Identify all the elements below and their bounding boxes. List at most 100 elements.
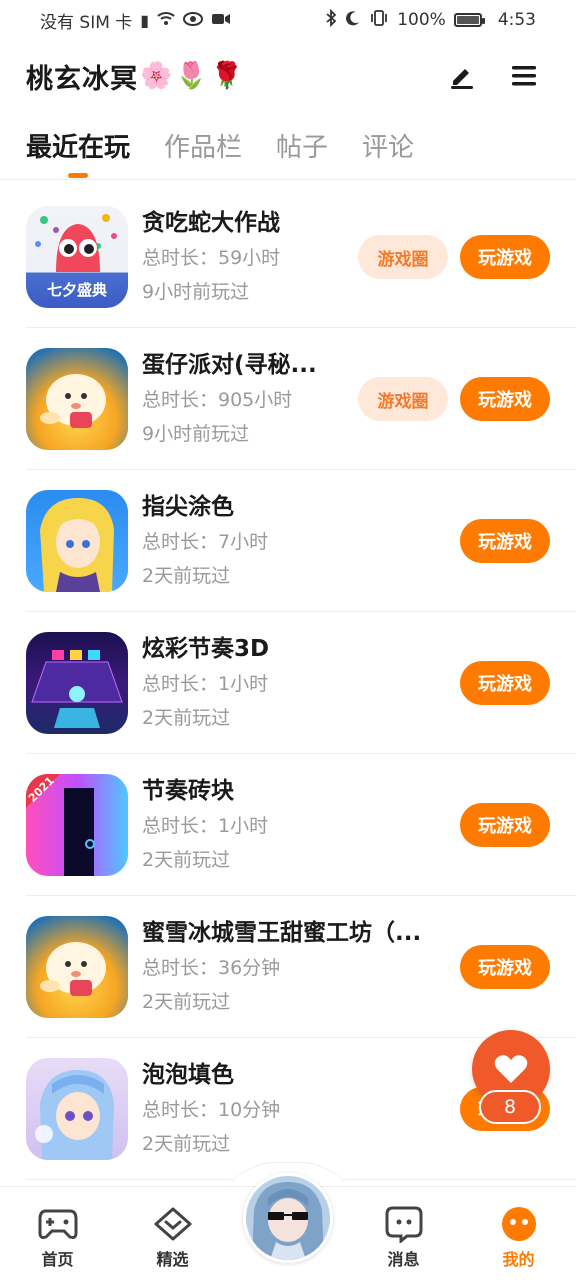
game-row[interactable]: 炫彩节奏3D 总时长：1小时 2天前玩过 玩游戏 (0, 612, 576, 754)
rhythm-tiles-icon (31, 650, 123, 728)
bluetooth-icon (325, 8, 337, 31)
alert-icon: ▮ (140, 10, 150, 30)
eye-icon (183, 11, 204, 30)
like-count-badge: 8 (479, 1090, 541, 1124)
vibrate-icon (369, 10, 389, 30)
game-row[interactable]: 蛋仔派对(寻秘... 总时长：905小时 9小时前玩过 游戏圈 玩游戏 (0, 328, 576, 470)
nav-label: 我的 (502, 1249, 535, 1269)
play-game-button[interactable]: 玩游戏 (460, 803, 550, 847)
game-row[interactable]: 蜜雪冰城雪王甜蜜工坊（... 总时长：36分钟 2天前玩过 玩游戏 (0, 896, 576, 1038)
game-title: 指尖涂色 (142, 494, 234, 520)
game-icon-fingertip-coloring[interactable] (26, 490, 128, 592)
edit-profile-button[interactable] (448, 62, 476, 90)
wifi-icon (157, 10, 175, 30)
status-left: 没有 SIM 卡 ▮ (40, 8, 231, 33)
game-duration: 总时长：1小时 (142, 815, 269, 837)
game-icon-eggy-party[interactable] (26, 348, 128, 450)
pen-icon (451, 69, 473, 89)
play-game-button[interactable]: 玩游戏 (460, 519, 550, 563)
carrier-text: 没有 SIM 卡 (40, 12, 133, 33)
game-duration: 总时长：36分钟 (142, 957, 281, 979)
time-text: 4:53 (497, 10, 536, 30)
egg-character-icon (40, 374, 106, 428)
game-list: 七夕盛典 贪吃蛇大作战 总时长：59小时 9小时前玩过 游戏圈 玩游戏 蛋仔派对… (0, 186, 576, 1180)
tulip-emoji: 🌷 (175, 61, 209, 91)
game-info: 蜜雪冰城雪王甜蜜工坊（... 总时长：36分钟 2天前玩过 (142, 916, 442, 1018)
game-duration: 总时长：10分钟 (142, 1099, 281, 1121)
moon-icon (345, 10, 361, 30)
tab-posts[interactable]: 帖子 (276, 120, 328, 170)
anime-girl-icon (35, 1070, 114, 1160)
nav-label: 精选 (156, 1249, 189, 1269)
profile-tabs: 最近在玩 作品栏 帖子 评论 (0, 120, 576, 180)
nav-featured[interactable]: 精选 (115, 1187, 230, 1280)
game-icon-mixue-workshop[interactable] (26, 916, 128, 1018)
game-info: 节奏砖块 总时长：1小时 2天前玩过 (142, 774, 442, 876)
game-last-played: 2天前玩过 (142, 1133, 231, 1155)
chat-bubble-icon (384, 1204, 424, 1244)
game-icon-rhythm-bricks[interactable]: 2021 (26, 774, 128, 876)
tab-label: 作品栏 (164, 132, 243, 163)
video-icon (211, 11, 231, 30)
game-circle-button[interactable]: 游戏圈 (358, 235, 448, 279)
avatar-image (246, 1176, 330, 1260)
game-info: 泡泡填色 总时长：10分钟 2天前玩过 (142, 1058, 442, 1160)
hamburger-menu-icon (512, 66, 536, 86)
game-info: 指尖涂色 总时长：7小时 2天前玩过 (142, 490, 442, 592)
nav-messages[interactable]: 消息 (346, 1187, 461, 1280)
nav-label: 首页 (41, 1249, 74, 1269)
heart-icon (494, 1055, 528, 1083)
anime-girl-icon (40, 498, 114, 592)
battery-text: 100% (397, 10, 446, 30)
game-row[interactable]: 七夕盛典 贪吃蛇大作战 总时长：59小时 9小时前玩过 游戏圈 玩游戏 (0, 186, 576, 328)
tab-indicator (68, 173, 88, 178)
game-title: 蜜雪冰城雪王甜蜜工坊（... (142, 920, 422, 946)
game-last-played: 2天前玩过 (142, 849, 231, 871)
header-actions (448, 62, 538, 90)
status-right: 100% 4:53 (325, 8, 536, 31)
game-last-played: 9小时前玩过 (142, 423, 250, 445)
user-avatar[interactable] (243, 1173, 333, 1263)
game-duration: 总时长：7小时 (142, 531, 269, 553)
game-icon-badge: 七夕盛典 (46, 281, 107, 299)
game-duration: 总时长：1小时 (142, 673, 269, 695)
profile-face-icon (499, 1204, 539, 1244)
tab-works[interactable]: 作品栏 (164, 120, 242, 170)
play-game-button[interactable]: 玩游戏 (460, 235, 550, 279)
gamepad-icon (38, 1204, 78, 1244)
tab-recently-played[interactable]: 最近在玩 (26, 120, 131, 178)
game-last-played: 9小时前玩过 (142, 281, 250, 303)
heart-diamond-icon (153, 1204, 193, 1244)
battery-icon (453, 13, 485, 27)
menu-button[interactable] (510, 62, 538, 90)
tab-comments[interactable]: 评论 (362, 120, 414, 170)
game-last-played: 2天前玩过 (142, 565, 231, 587)
game-icon-bubble-coloring[interactable] (26, 1058, 128, 1160)
rose-emoji: 🌹 (210, 61, 245, 91)
game-last-played: 2天前玩过 (142, 707, 231, 729)
game-icon-rhythm-3d[interactable] (26, 632, 128, 734)
egg-character-icon (40, 942, 106, 996)
profile-name: 桃玄冰冥 🌸 🌷 🌹 (26, 57, 244, 96)
play-game-button[interactable]: 玩游戏 (460, 377, 550, 421)
tab-label: 最近在玩 (26, 132, 131, 163)
game-circle-button[interactable]: 游戏圈 (358, 377, 448, 421)
game-row[interactable]: 指尖涂色 总时长：7小时 2天前玩过 玩游戏 (0, 470, 576, 612)
play-game-button[interactable]: 玩游戏 (460, 945, 550, 989)
battery-fill (456, 16, 479, 24)
nav-profile[interactable]: 我的 (461, 1187, 576, 1280)
game-last-played: 2天前玩过 (142, 991, 231, 1013)
game-icon-snake[interactable]: 七夕盛典 (26, 206, 128, 308)
nav-home[interactable]: 首页 (0, 1187, 115, 1280)
game-title: 泡泡填色 (142, 1062, 234, 1088)
profile-header: 桃玄冰冥 🌸 🌷 🌹 (0, 50, 576, 102)
tab-label: 帖子 (276, 132, 329, 163)
play-game-button[interactable]: 玩游戏 (460, 661, 550, 705)
status-bar: 没有 SIM 卡 ▮ 100% 4:53 (0, 0, 576, 40)
game-info: 炫彩节奏3D 总时长：1小时 2天前玩过 (142, 632, 442, 734)
game-title: 节奏砖块 (142, 778, 234, 804)
game-row[interactable]: 2021 节奏砖块 总时长：1小时 2天前玩过 玩游戏 (0, 754, 576, 896)
game-title: 炫彩节奏3D (142, 636, 270, 662)
tab-label: 评论 (362, 132, 415, 163)
profile-name-text: 桃玄冰冥 (26, 63, 138, 95)
